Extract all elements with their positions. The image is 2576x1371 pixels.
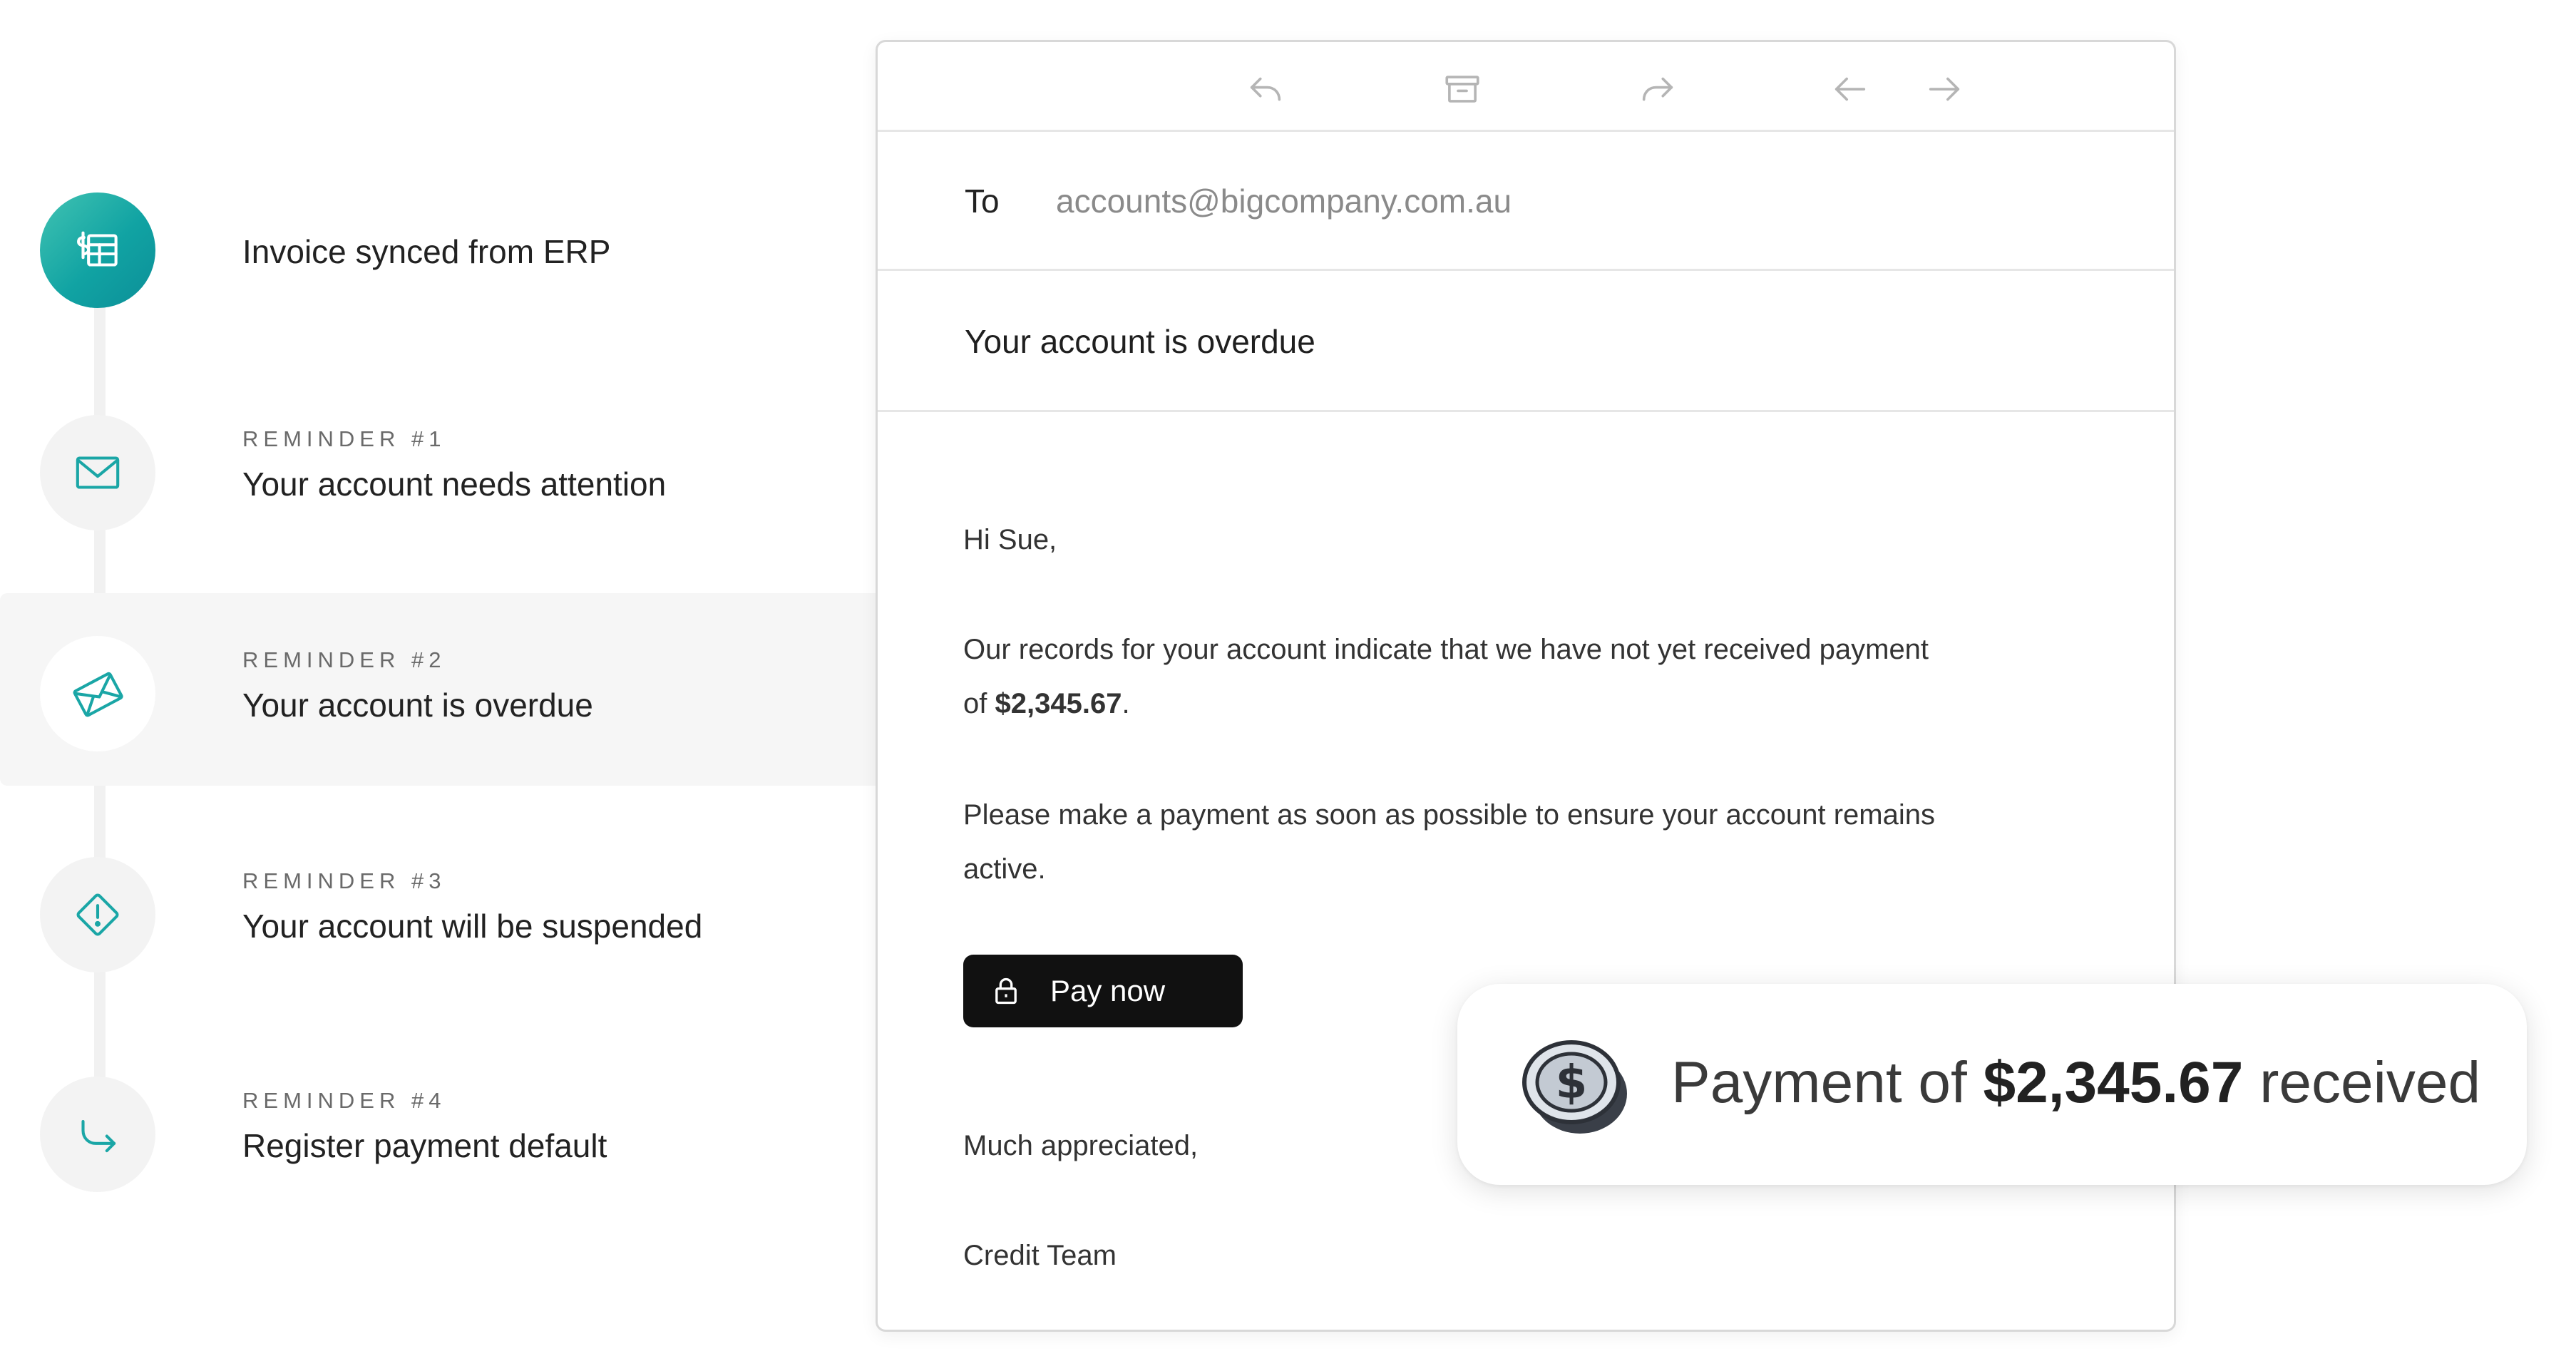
pay-now-label: Pay now xyxy=(1050,974,1166,1007)
arrow-return-icon xyxy=(40,1077,155,1192)
toast-message: Payment of $2,345.67 received xyxy=(1671,1049,2480,1116)
paragraph-1-prefix: of xyxy=(963,688,995,719)
pay-now-button[interactable]: Pay now xyxy=(963,955,1243,1027)
step-title: Your account needs attention xyxy=(242,466,667,503)
toast-amount: $2,345.67 xyxy=(1983,1050,2244,1115)
timeline-step-reminder-1[interactable]: REMINDER #1 Your account needs attention xyxy=(0,399,856,542)
email-subject: Your account is overdue xyxy=(965,323,1315,360)
toast-prefix: Payment of xyxy=(1671,1050,1984,1115)
step-eyebrow: REMINDER #1 xyxy=(242,426,446,451)
recipient-row: To accounts@bigcompany.com.au xyxy=(878,132,2174,271)
overdue-amount: $2,345.67 xyxy=(995,688,1122,719)
email-paragraph-2: Please make a payment as soon as possibl… xyxy=(963,788,2033,896)
forward-icon[interactable] xyxy=(1636,68,1679,111)
paragraph-1-line-2: of $2,345.67. xyxy=(963,677,2033,731)
email-toolbar xyxy=(878,42,2174,132)
arrow-right-icon[interactable] xyxy=(1923,68,1966,111)
paragraph-2-line-2: active. xyxy=(963,853,1046,885)
step-title: Invoice synced from ERP xyxy=(242,233,611,270)
paragraph-2-line-1: Please make a payment as soon as possibl… xyxy=(963,799,1935,831)
mail-icon xyxy=(40,415,155,530)
payment-received-toast: $ Payment of $2,345.67 received xyxy=(1457,984,2527,1185)
email-signature: Credit Team xyxy=(963,1240,1117,1271)
open-mail-icon xyxy=(40,636,155,751)
timeline-step-reminder-3[interactable]: REMINDER #3 Your account will be suspend… xyxy=(0,841,856,984)
archive-icon[interactable] xyxy=(1441,68,1484,111)
email-paragraph-1: Our records for your account indicate th… xyxy=(963,622,2033,731)
step-title: Register payment default xyxy=(242,1127,607,1164)
svg-text:$: $ xyxy=(1556,1057,1588,1109)
paragraph-1-line-1: Our records for your account indicate th… xyxy=(963,634,1929,665)
timeline-step-invoice-synced[interactable]: Invoice synced from ERP xyxy=(0,177,856,319)
step-eyebrow: REMINDER #2 xyxy=(242,647,446,672)
timeline-step-reminder-2[interactable]: REMINDER #2 Your account is overdue xyxy=(0,620,856,763)
coin-icon: $ xyxy=(1522,1040,1627,1134)
to-address[interactable]: accounts@bigcompany.com.au xyxy=(1056,182,1512,220)
lock-icon xyxy=(995,977,1017,1005)
invoice-icon xyxy=(40,192,155,308)
step-eyebrow: REMINDER #4 xyxy=(242,1088,446,1113)
toast-suffix: received xyxy=(2243,1050,2481,1115)
arrow-left-icon[interactable] xyxy=(1829,68,1872,111)
paragraph-1-suffix: . xyxy=(1122,688,1130,719)
reply-icon[interactable] xyxy=(1244,68,1287,111)
stage: Invoice synced from ERP REMINDER #1 Your… xyxy=(0,0,2576,1371)
subject-row: Your account is overdue xyxy=(878,271,2174,412)
step-title: Your account is overdue xyxy=(242,687,593,724)
email-greeting: Hi Sue, xyxy=(963,524,1057,555)
warning-icon xyxy=(40,857,155,972)
to-label: To xyxy=(965,183,1000,220)
timeline-step-reminder-4[interactable]: REMINDER #4 Register payment default xyxy=(0,1061,856,1203)
step-title: Your account will be suspended xyxy=(242,908,703,945)
step-eyebrow: REMINDER #3 xyxy=(242,868,446,893)
